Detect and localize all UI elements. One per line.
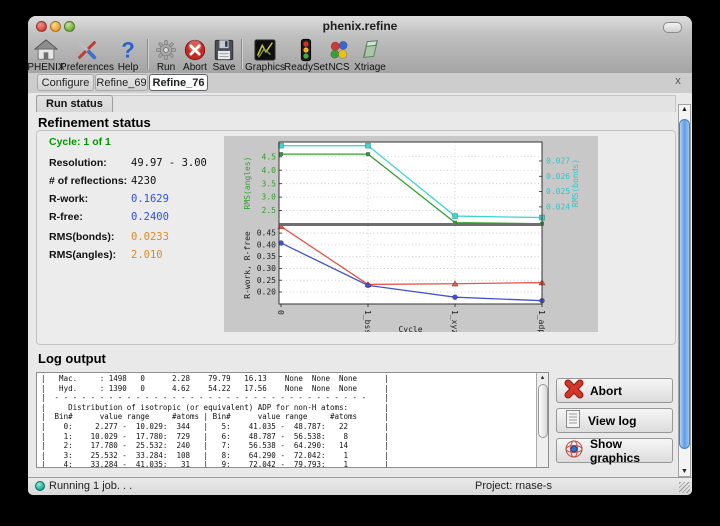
toolbar: PHENIX Preferences ? Help Run Abort bbox=[28, 36, 692, 74]
notebook-tabbar: Configure Refine_69 Refine_76 x bbox=[28, 73, 692, 94]
view-log-button[interactable]: View log bbox=[556, 408, 673, 433]
tab-configure[interactable]: Configure bbox=[37, 74, 94, 91]
svg-text:RMS(bonds): RMS(bonds) bbox=[571, 159, 580, 207]
status-project-text: Project: rnase-s bbox=[475, 480, 552, 492]
svg-text:0: 0 bbox=[276, 310, 285, 315]
status-running-text: Running 1 job. . . bbox=[49, 480, 132, 492]
graphics-sphere-icon bbox=[564, 439, 584, 462]
svg-text:Cycle: Cycle bbox=[398, 325, 422, 332]
log-output-heading: Log output bbox=[38, 351, 106, 366]
svg-text:1_bss: 1_bss bbox=[363, 310, 372, 332]
abort-x-icon bbox=[564, 379, 584, 402]
stat-value: 2.010 bbox=[131, 249, 163, 261]
scroll-up-icon[interactable]: ▲ bbox=[537, 375, 548, 381]
tab-close-icon[interactable]: x bbox=[672, 75, 684, 87]
log-scrollbar-thumb[interactable] bbox=[538, 384, 548, 438]
abort-button-label: Abort bbox=[590, 384, 622, 398]
log-text: | Mac. : 1498 0 2.28 79.79 16.13 None No… bbox=[37, 373, 548, 468]
toolbar-label: Xtriage bbox=[354, 62, 386, 73]
scroll-up-icon[interactable]: ▲ bbox=[679, 106, 690, 113]
stat-value: 0.2400 bbox=[131, 211, 169, 223]
svg-text:0.025: 0.025 bbox=[546, 187, 570, 196]
stat-row: R-free:0.2400 bbox=[49, 207, 169, 221]
svg-text:0.45: 0.45 bbox=[257, 229, 276, 238]
svg-text:0.026: 0.026 bbox=[546, 172, 570, 181]
svg-text:2.5: 2.5 bbox=[262, 206, 277, 215]
xtriage-crystal-icon bbox=[358, 37, 382, 62]
abort-button[interactable]: Abort bbox=[556, 378, 673, 403]
stat-value: 0.0233 bbox=[131, 231, 169, 243]
svg-text:0.35: 0.35 bbox=[257, 252, 276, 261]
svg-text:0.40: 0.40 bbox=[257, 240, 276, 249]
phenix-refine-window: phenix.refine PHENIX Preferences ? Help bbox=[28, 16, 692, 495]
svg-text:0.027: 0.027 bbox=[546, 157, 570, 166]
stat-label: Resolution: bbox=[49, 157, 131, 169]
svg-text:1_adp: 1_adp bbox=[537, 310, 546, 332]
document-icon bbox=[564, 409, 582, 432]
log-scrollbar[interactable]: ▲ bbox=[536, 373, 548, 467]
show-graphics-button[interactable]: Show graphics bbox=[556, 438, 673, 463]
stat-row: R-work:0.1629 bbox=[49, 189, 169, 203]
statusbar: Running 1 job. . . Project: rnase-s bbox=[28, 477, 692, 495]
svg-text:RMS(angles): RMS(angles) bbox=[243, 157, 252, 210]
stat-label: R-work: bbox=[49, 193, 131, 205]
cycle-label: Cycle: 1 of 1 bbox=[49, 136, 111, 148]
titlebar[interactable]: phenix.refine bbox=[28, 16, 692, 36]
svg-text:3.5: 3.5 bbox=[262, 179, 277, 188]
refinement-panel: Cycle: 1 of 1 Resolution:49.97 - 3.00 # … bbox=[36, 130, 676, 345]
scroll-down-icon[interactable]: ▼ bbox=[679, 468, 690, 475]
svg-text:0.25: 0.25 bbox=[257, 276, 276, 285]
run-status-page: Run status Refinement status Cycle: 1 of… bbox=[28, 93, 692, 477]
stat-value: 49.97 - 3.00 bbox=[131, 157, 207, 169]
log-output[interactable]: | Mac. : 1498 0 2.28 79.79 16.13 None No… bbox=[36, 372, 549, 468]
resize-grip[interactable] bbox=[679, 482, 690, 493]
toolbar-button-xtriage[interactable]: Xtriage bbox=[335, 37, 405, 73]
svg-text:4.5: 4.5 bbox=[262, 152, 277, 161]
svg-text:0.20: 0.20 bbox=[257, 288, 276, 297]
subtab-strip bbox=[36, 95, 676, 112]
svg-text:4.0: 4.0 bbox=[262, 166, 277, 175]
stat-label: R-free: bbox=[49, 211, 131, 223]
stat-value: 0.1629 bbox=[131, 193, 169, 205]
stat-row: RMS(bonds):0.0233 bbox=[49, 227, 169, 241]
stat-row: RMS(angles):2.010 bbox=[49, 245, 163, 259]
tab-refine-76[interactable]: Refine_76 bbox=[149, 74, 208, 91]
tab-run-status[interactable]: Run status bbox=[36, 95, 113, 112]
stat-row: # of reflections:4230 bbox=[49, 171, 156, 185]
svg-text:3.0: 3.0 bbox=[262, 193, 277, 202]
svg-text:0.30: 0.30 bbox=[257, 264, 276, 273]
stat-label: RMS(bonds): bbox=[49, 231, 131, 243]
svg-text:1_xyz: 1_xyz bbox=[450, 310, 459, 332]
show-graphics-button-label: Show graphics bbox=[590, 437, 672, 465]
view-log-button-label: View log bbox=[588, 414, 636, 428]
svg-text:0.024: 0.024 bbox=[546, 202, 570, 211]
stat-row: Resolution:49.97 - 3.00 bbox=[49, 153, 207, 167]
stat-label: # of reflections: bbox=[49, 175, 131, 187]
svg-text:R-work, R-free: R-work, R-free bbox=[243, 231, 252, 299]
window-title: phenix.refine bbox=[28, 16, 692, 36]
main-scrollbar[interactable]: ▲ ▼ bbox=[678, 104, 691, 477]
main-scrollbar-thumb[interactable] bbox=[679, 119, 690, 449]
refinement-status-heading: Refinement status bbox=[38, 115, 151, 130]
toolbar-toggle-button[interactable] bbox=[663, 22, 682, 33]
stat-value: 4230 bbox=[131, 175, 156, 187]
refinement-progress-chart: 2.5 3.0 3.5 4.0 4.5 0.024 0.025 0.026 0.027RMS(b… bbox=[224, 136, 598, 332]
running-status-icon bbox=[35, 481, 45, 491]
stat-label: RMS(angles): bbox=[49, 249, 131, 261]
tab-refine-69[interactable]: Refine_69 bbox=[95, 74, 148, 91]
